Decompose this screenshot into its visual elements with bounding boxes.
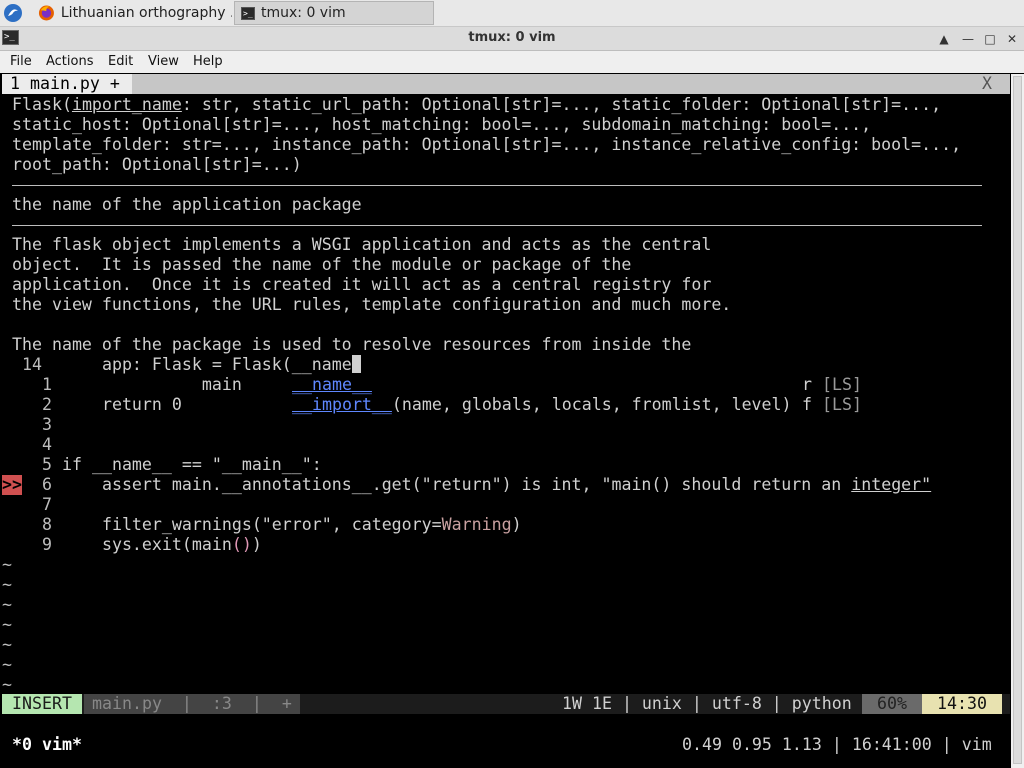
vim-statusline: INSERT main.py | :3 | + 1W 1E | unix | u… — [2, 694, 1010, 714]
tmux-statusbar: *0 vim* 0.49 0.95 1.13 | 16:41:00 | vim — [2, 734, 1010, 756]
taskbar: Lithuanian orthography ... >_ tmux: 0 vi… — [0, 0, 1024, 27]
doc-line: object. It is passed the name of the mod… — [12, 255, 632, 274]
code-line[interactable]: if __name__ == "__main__": — [62, 455, 322, 475]
completion-item[interactable]: __name__ — [292, 375, 372, 395]
tmux-status-right: 0.49 0.95 1.13 | 16:41:00 | vim — [682, 735, 992, 754]
error-sign: >> — [2, 475, 22, 495]
tab-main-py[interactable]: 1 main.py + — [2, 74, 132, 94]
line-number: 5 — [42, 455, 52, 474]
close-icon[interactable]: ✕ — [1004, 31, 1020, 47]
completion-name: __import__ — [292, 395, 392, 414]
empty-line-marker: ~ — [2, 555, 12, 574]
popup-divider — [12, 185, 982, 186]
line-number: 7 — [42, 495, 52, 514]
completion-source: [LS] — [822, 375, 862, 394]
menu-view[interactable]: View — [148, 54, 179, 69]
doc-line: The name of the package is used to resol… — [12, 335, 692, 354]
signature-line: static_host: Optional[str]=..., host_mat… — [12, 115, 872, 134]
completion-source: [LS] — [822, 395, 862, 414]
doc-line: application. Once it is created it will … — [12, 275, 712, 294]
line-number: 9 — [42, 535, 52, 554]
completion-kind: f — [802, 395, 812, 414]
line-number: 4 — [42, 435, 52, 454]
terminal[interactable]: 1 main.py + X Flask(import_name: str, st… — [2, 74, 1010, 768]
code-text: return 0 — [62, 395, 182, 414]
scrollbar[interactable] — [1011, 74, 1024, 768]
minimize-icon[interactable]: — — [960, 31, 976, 47]
line-number: 14 — [22, 355, 42, 374]
taskbar-item-terminal[interactable]: >_ tmux: 0 vim — [234, 1, 434, 25]
completion-kind: r — [802, 375, 812, 394]
menu-edit[interactable]: Edit — [108, 54, 133, 69]
window-title: tmux: 0 vim — [468, 30, 556, 45]
file-indicator: main.py | :3 | + — [84, 694, 300, 714]
app-menu-icon[interactable] — [3, 3, 23, 23]
code-text: main — [62, 375, 242, 394]
taskbar-item-label: Lithuanian orthography ... — [60, 5, 232, 21]
cursor-position: 14:30 — [922, 694, 1002, 714]
code-line[interactable]: filter_warnings("error", category=Warnin… — [62, 515, 522, 535]
taskbar-item-label: tmux: 0 vim — [261, 5, 346, 21]
popup-divider — [12, 225, 982, 226]
line-number: 6 — [42, 475, 52, 494]
doc-line: The flask object implements a WSGI appli… — [12, 235, 712, 254]
tab-close-button[interactable]: X — [972, 74, 1002, 94]
firefox-icon — [38, 5, 54, 21]
tmux-window[interactable]: *0 vim* — [12, 734, 82, 756]
empty-line-marker: ~ — [2, 615, 12, 634]
line-number: 3 — [42, 415, 52, 434]
signature-line: template_folder: str=..., instance_path:… — [12, 135, 962, 154]
text-cursor — [351, 355, 361, 373]
shade-icon[interactable]: ▲ — [936, 31, 952, 47]
completion-args: (name, globals, locals, fromlist, level) — [391, 395, 792, 414]
empty-line-marker: ~ — [2, 595, 12, 614]
code-line[interactable]: assert main.__annotations__.get("return"… — [62, 475, 931, 495]
mode-indicator: INSERT — [2, 694, 82, 714]
param-doc: the name of the application package — [12, 195, 362, 214]
window-titlebar: >_ tmux: 0 vim ▲ — □ ✕ — [0, 27, 1024, 51]
menubar: File Actions Edit View Help — [0, 51, 1024, 73]
line-number: 8 — [42, 515, 52, 534]
signature-line: Flask(import_name: str, static_url_path:… — [12, 95, 942, 114]
empty-line-marker: ~ — [2, 575, 12, 594]
taskbar-item-firefox[interactable]: Lithuanian orthography ... — [34, 1, 232, 25]
signature-line: root_path: Optional[str]=...) — [12, 155, 302, 174]
vim-tabline: 1 main.py + X — [2, 74, 1010, 94]
scroll-percent: 60% — [862, 694, 922, 714]
empty-line-marker: ~ — [2, 635, 12, 654]
terminal-icon: >_ — [241, 6, 255, 20]
code-line[interactable]: sys.exit(main()) — [62, 535, 262, 555]
menu-help[interactable]: Help — [193, 54, 223, 69]
file-info: 1W 1E | unix | utf-8 | python — [562, 694, 852, 713]
empty-line-marker: ~ — [2, 675, 12, 694]
scrollbar-thumb[interactable] — [1013, 76, 1022, 764]
code-text: app: Flask = Flask(__name — [62, 355, 352, 374]
menu-actions[interactable]: Actions — [46, 54, 94, 69]
maximize-icon[interactable]: □ — [982, 31, 998, 47]
code-line-current[interactable]: app: Flask = Flask(__name — [62, 355, 361, 375]
line-number: 1 — [42, 375, 52, 394]
doc-line: the view functions, the URL rules, templ… — [12, 295, 732, 314]
line-number: 2 — [42, 395, 52, 414]
empty-line-marker: ~ — [2, 655, 12, 674]
completion-item[interactable]: __import__(name, globals, locals, fromli… — [292, 395, 792, 415]
menu-file[interactable]: File — [10, 54, 32, 69]
